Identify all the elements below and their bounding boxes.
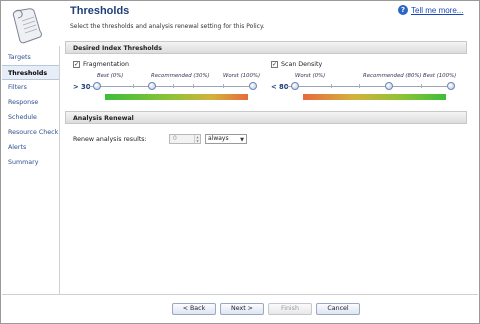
scan-density-slider-max-handle[interactable] xyxy=(447,82,455,90)
sidebar-item-targets[interactable]: Targets xyxy=(2,50,59,65)
wizard-footer: < Back Next > Finish Cancel xyxy=(2,294,478,323)
chevron-down-icon[interactable]: ▼ xyxy=(240,136,244,144)
section-renewal-header: Analysis Renewal xyxy=(65,111,467,124)
fragmentation-mark-recommended: Recommended (30%) xyxy=(151,73,210,79)
next-button[interactable]: Next > xyxy=(220,303,264,315)
fragmentation-slider-handle[interactable] xyxy=(148,82,156,90)
sidebar-item-resource-check[interactable]: Resource Check xyxy=(2,125,59,140)
policy-scroll-icon xyxy=(12,8,42,44)
renewal-frequency-value: always xyxy=(208,135,229,142)
fragmentation-value: > 30 xyxy=(73,83,91,91)
cancel-button[interactable]: Cancel xyxy=(316,303,360,315)
renewal-row: Renew analysis results: 0 ▲ ▼ always ▼ xyxy=(73,134,247,144)
wizard-window: Thresholds Select the thresholds and ana… xyxy=(0,0,480,324)
sidebar-item-summary[interactable]: Summary xyxy=(2,155,59,170)
scan-density-value: < 80 xyxy=(271,83,289,91)
fragmentation-checkbox[interactable]: ✓ xyxy=(73,61,80,68)
sidebar-item-thresholds[interactable]: Thresholds xyxy=(2,65,59,80)
fragmentation-tick xyxy=(223,84,224,88)
sidebar-item-filters[interactable]: Filters xyxy=(2,80,59,95)
scan-density-tick xyxy=(359,84,360,88)
section-thresholds-header: Desired Index Thresholds xyxy=(65,41,467,54)
fragmentation-tick xyxy=(173,84,174,88)
scan-density-threshold: ✓ Scan Density Worst (0%) Recommended (8… xyxy=(271,61,457,107)
wizard-header: Thresholds Select the thresholds and ana… xyxy=(2,2,478,46)
renewal-count-stepper[interactable]: 0 ▲ ▼ xyxy=(169,134,201,144)
scan-density-mark-best: Best (100%) xyxy=(423,73,457,79)
stepper-arrows-icon[interactable]: ▲ ▼ xyxy=(194,135,200,143)
wizard-sidebar: Targets Thresholds Filters Response Sche… xyxy=(2,46,60,294)
scan-density-checkbox[interactable]: ✓ xyxy=(271,61,278,68)
renewal-frequency-select[interactable]: always ▼ xyxy=(205,134,247,144)
fragmentation-slider-track[interactable] xyxy=(89,86,249,87)
fragmentation-tick xyxy=(193,84,194,88)
sidebar-item-response[interactable]: Response xyxy=(2,95,59,110)
renewal-count-value: 0 xyxy=(173,135,177,142)
scan-density-slider-handle[interactable] xyxy=(385,82,393,90)
fragmentation-slider-min-handle[interactable] xyxy=(93,82,101,90)
scan-density-slider-track[interactable] xyxy=(287,86,447,87)
scan-density-label: Scan Density xyxy=(281,61,323,68)
fragmentation-checkbox-row[interactable]: ✓ Fragmentation xyxy=(73,61,129,68)
finish-button[interactable]: Finish xyxy=(268,303,312,315)
tell-me-more[interactable]: ? Tell me more... xyxy=(398,5,463,15)
scan-density-checkbox-row[interactable]: ✓ Scan Density xyxy=(271,61,322,68)
fragmentation-gradient-bar xyxy=(105,94,248,100)
fragmentation-mark-best: Best (0%) xyxy=(97,73,124,79)
fragmentation-label: Fragmentation xyxy=(83,61,129,68)
renewal-label: Renew analysis results: xyxy=(73,135,147,143)
back-button[interactable]: < Back xyxy=(172,303,216,315)
sidebar-item-schedule[interactable]: Schedule xyxy=(2,110,59,125)
scan-density-mark-worst: Worst (0%) xyxy=(295,73,326,79)
scan-density-tick xyxy=(331,84,332,88)
fragmentation-threshold: ✓ Fragmentation Best (0%) Recommended (3… xyxy=(73,61,261,107)
fragmentation-tick xyxy=(133,84,134,88)
wizard-main: Desired Index Thresholds ✓ Fragmentation… xyxy=(65,41,467,293)
scan-density-mark-recommended: Recommended (80%) xyxy=(363,73,422,79)
scan-density-tick xyxy=(421,84,422,88)
sidebar-item-alerts[interactable]: Alerts xyxy=(2,140,59,155)
fragmentation-mark-worst: Worst (100%) xyxy=(223,73,261,79)
question-circle-icon[interactable]: ? xyxy=(398,5,408,15)
page-title: Thresholds xyxy=(70,5,130,17)
page-subtitle: Select the thresholds and analysis renew… xyxy=(70,23,265,30)
fragmentation-slider-max-handle[interactable] xyxy=(249,82,257,90)
scan-density-slider-min-handle[interactable] xyxy=(291,82,299,90)
tell-me-more-link[interactable]: Tell me more... xyxy=(411,6,463,15)
scan-density-gradient-bar xyxy=(303,94,446,100)
